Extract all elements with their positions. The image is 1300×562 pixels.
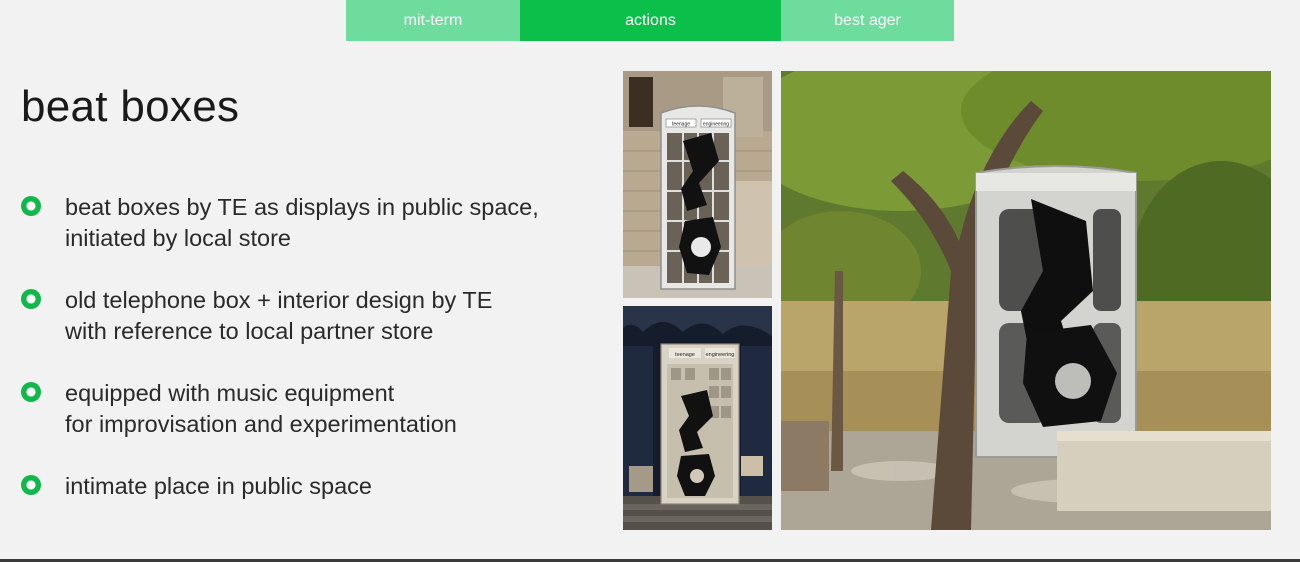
bullet-line: for improvisation and experimentation <box>65 411 457 437</box>
phone-box-sign-left: teenage <box>672 122 690 128</box>
photo-phone-box-park <box>781 71 1271 530</box>
bullet-list: beat boxes by TE as displays in public s… <box>21 192 611 502</box>
tab-actions[interactable]: actions <box>520 0 781 41</box>
bullet-line: with reference to local partner store <box>65 318 434 344</box>
tab-mit-term[interactable]: mit-term <box>346 0 520 41</box>
top-nav: mit-term actions best ager <box>346 0 954 41</box>
bullet-line: intimate place in public space <box>65 473 372 499</box>
list-item: equipped with music equipment for improv… <box>21 378 611 440</box>
tab-best-ager[interactable]: best ager <box>781 0 954 41</box>
phone-box-building-illustration: teenage engineering <box>623 71 772 298</box>
phone-box-sign-left: teenage <box>675 352 695 358</box>
phone-box-park-illustration <box>781 71 1271 530</box>
page-title: beat boxes <box>21 82 240 131</box>
photo-phone-box-building: teenage engineering <box>623 71 772 298</box>
list-item: beat boxes by TE as displays in public s… <box>21 192 611 254</box>
list-item: intimate place in public space <box>21 471 611 502</box>
bullet-circle-icon <box>21 382 41 402</box>
phone-box-sign-right: engineering <box>703 122 729 128</box>
bullet-line: beat boxes by TE as displays in public s… <box>65 194 539 220</box>
phone-box-night-illustration: teenage engineering <box>623 306 772 530</box>
bullet-line: equipped with music equipment <box>65 380 395 406</box>
photo-phone-box-night: teenage engineering <box>623 306 772 530</box>
list-item: old telephone box + interior design by T… <box>21 285 611 347</box>
bullet-circle-icon <box>21 475 41 495</box>
bullet-circle-icon <box>21 196 41 216</box>
bullet-line: old telephone box + interior design by T… <box>65 287 493 313</box>
bullet-circle-icon <box>21 289 41 309</box>
phone-box-sign-right: engineering <box>706 352 735 358</box>
bullet-line: initiated by local store <box>65 225 291 251</box>
